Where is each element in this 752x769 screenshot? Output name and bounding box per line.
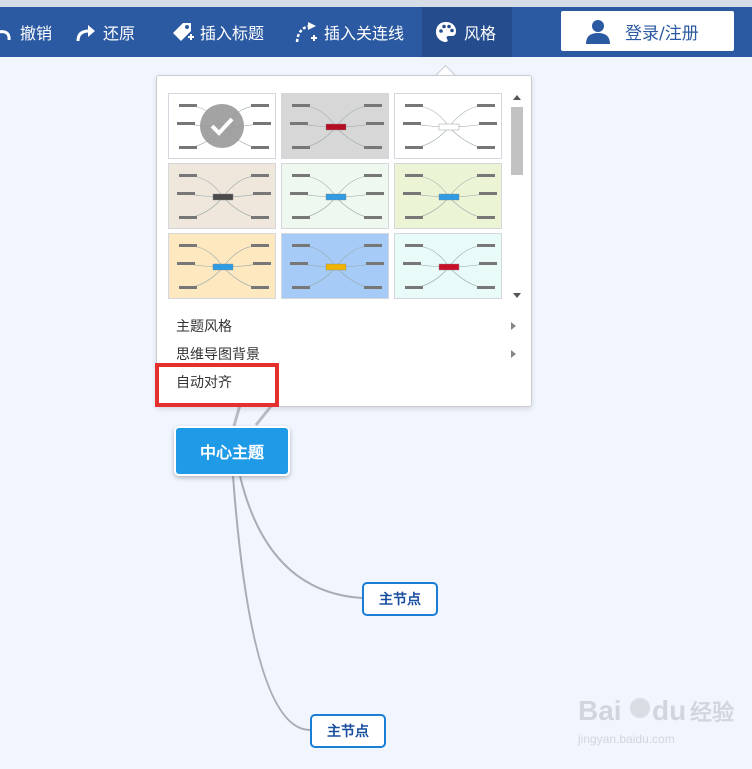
theme-thumbnail[interactable] [168, 93, 276, 159]
theme-thumbnail[interactable] [281, 163, 389, 229]
menu-theme-style-label: 主题风格 [176, 319, 232, 335]
main-node[interactable]: 主节点 [362, 582, 438, 616]
scroll-down-arrow-icon[interactable] [513, 293, 521, 298]
submenu-arrow-icon [511, 350, 516, 358]
theme-thumbnail[interactable] [394, 163, 502, 229]
center-topic-node[interactable]: 中心主题 [174, 426, 290, 476]
theme-thumbnail[interactable] [394, 93, 502, 159]
theme-thumbnail[interactable] [394, 233, 502, 299]
highlight-box [155, 363, 279, 407]
svg-text:Bai: Bai [578, 695, 622, 726]
scroll-thumb[interactable] [511, 107, 523, 175]
theme-thumbnail[interactable] [168, 163, 276, 229]
theme-thumbnail[interactable] [281, 93, 389, 159]
main-node-label: 主节点 [327, 724, 369, 740]
main-node-label: 主节点 [379, 592, 421, 608]
submenu-arrow-icon [511, 322, 516, 330]
svg-text:经验: 经验 [690, 700, 734, 726]
theme-thumbnail[interactable] [168, 233, 276, 299]
main-node[interactable]: 主节点 [310, 714, 386, 748]
svg-text:du: du [652, 695, 686, 726]
watermark-logo: Bai du 经验 jingyan.baidu.com [578, 695, 735, 746]
menu-theme-style[interactable]: 主题风格 [176, 313, 518, 339]
theme-scrollbar[interactable] [510, 89, 524, 303]
scroll-up-arrow-icon[interactable] [513, 95, 521, 100]
theme-thumbnail[interactable] [281, 233, 389, 299]
center-topic-label: 中心主题 [199, 443, 264, 462]
menu-mindmap-background-label: 思维导图背景 [176, 347, 260, 363]
checkmark-icon [200, 104, 244, 148]
